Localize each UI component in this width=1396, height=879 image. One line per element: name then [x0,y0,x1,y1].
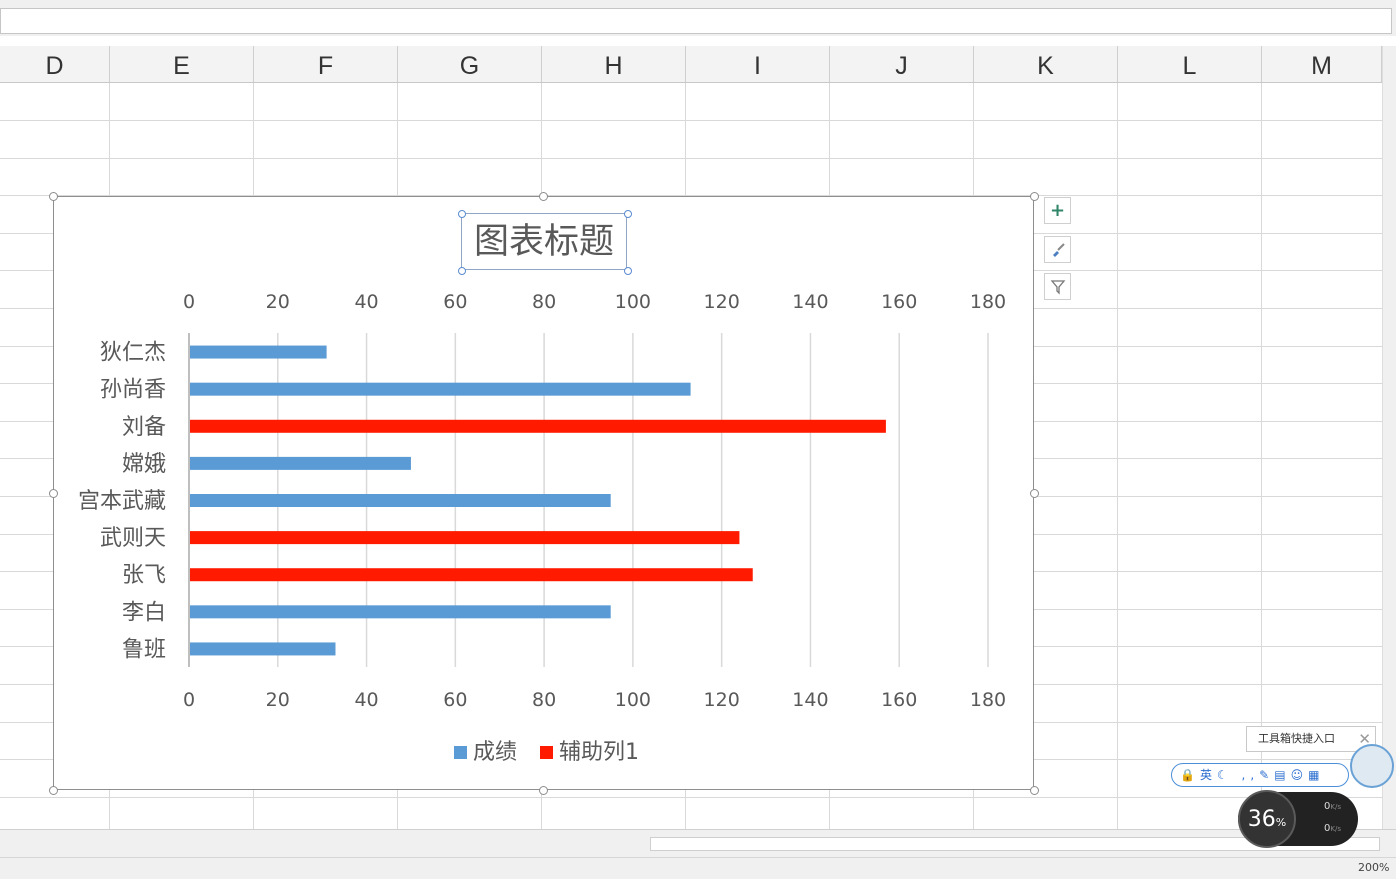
plus-icon: + [1049,200,1066,221]
x-tick-label-top: 160 [881,291,917,313]
x-tick-label-top: 60 [443,291,467,313]
bar [190,419,886,433]
bar [190,345,327,359]
x-tick-label-bottom: 60 [443,689,467,711]
cpu-unit: % [1275,816,1287,829]
x-tick-label-bottom: 180 [970,689,1006,711]
cpu-percent: 36 [1247,807,1276,832]
chart-resize-handle[interactable] [1030,192,1039,201]
x-tick-label-bottom: 100 [615,689,651,711]
x-tick-label-bottom: 80 [532,689,556,711]
chart-resize-handle[interactable] [49,786,58,795]
formula-input[interactable] [0,8,1392,34]
x-tick-label-bottom: 160 [881,689,917,711]
status-bar [0,857,1396,879]
x-tick-label-top: 140 [792,291,828,313]
brush-icon [1052,243,1065,257]
legend-label: 成绩 [473,740,517,765]
y-category-label: 武则天 [100,526,166,551]
upload-speed: 0K/s [1324,801,1341,812]
chart-styles-button[interactable] [1044,236,1071,263]
column-header-h[interactable]: H [542,46,686,82]
bar [190,382,691,396]
x-tick-label-top: 40 [354,291,378,313]
bar [190,494,611,507]
column-header-row: DEFGHIJKLM [0,46,1382,83]
grid-line [0,797,1382,798]
x-tick-label-bottom: 140 [792,689,828,711]
grid-line [0,120,1382,121]
y-category-label: 李白 [122,600,166,625]
chart-filters-button[interactable] [1044,273,1071,300]
column-header-m[interactable]: M [1262,46,1382,82]
toolbox-tip-label: 工具箱快捷入口 [1258,732,1335,745]
zoom-level[interactable]: 200% [1358,861,1389,874]
y-category-label: 狄仁杰 [100,341,166,366]
chart-resize-handle[interactable] [49,489,58,498]
bar-chart-plot: 0 0 20 20 40 40 60 60 80 80 100 100 120 120 140 140 160 1… [78,291,1006,765]
chart-resize-handle[interactable] [1030,489,1039,498]
x-tick-label-top: 180 [970,291,1006,313]
chart-resize-handle[interactable] [539,786,548,795]
chart-elements-button[interactable]: + [1044,197,1071,224]
x-tick-label-bottom: 120 [704,689,740,711]
x-tick-label-bottom: 40 [354,689,378,711]
x-tick-label-top: 0 [183,291,195,313]
y-category-label: 宫本武藏 [78,489,166,514]
bar [190,531,740,545]
y-category-label: 嫦娥 [122,452,166,477]
legend-label: 辅助列1 [559,740,639,765]
vertical-scrollbar[interactable] [1382,46,1396,830]
formula-bar [0,0,1396,36]
chart-resize-handle[interactable] [1030,786,1039,795]
download-speed: 0K/s [1324,823,1341,834]
column-header-e[interactable]: E [110,46,254,82]
column-header-d[interactable]: D [0,46,110,82]
column-header-g[interactable]: G [398,46,542,82]
column-header-i[interactable]: I [686,46,830,82]
legend-swatch [540,746,553,759]
column-header-l[interactable]: L [1118,46,1262,82]
x-tick-label-bottom: 0 [183,689,195,711]
bar [190,568,753,582]
toolbox-shortcut-tip[interactable]: 工具箱快捷入口 ✕ [1246,726,1376,752]
y-category-label: 张飞 [122,563,166,588]
column-header-k[interactable]: K [974,46,1118,82]
cpu-usage-gauge: 36% [1238,790,1296,848]
grid-line [0,158,1382,159]
x-tick-label-top: 120 [704,291,740,313]
ime-toolbar[interactable]: 🔒英☾ ,,✎▤☺▦ [1171,763,1349,787]
chart-resize-handle[interactable] [539,192,548,201]
chart-area[interactable]: 图表标题 0 0 20 20 40 40 60 60 80 80 100 100 120 120 140 14… [53,196,1034,790]
y-category-label: 刘备 [122,415,166,440]
x-tick-label-top: 100 [615,291,651,313]
chart-resize-handle[interactable] [49,192,58,201]
bar [190,605,611,619]
bar [190,456,411,470]
x-tick-label-top: 80 [532,291,556,313]
filter-icon [1050,280,1065,295]
x-tick-label-bottom: 20 [266,689,290,711]
column-header-f[interactable]: F [254,46,398,82]
y-category-label: 孙尚香 [100,378,166,403]
column-header-j[interactable]: J [830,46,974,82]
x-tick-label-top: 20 [266,291,290,313]
legend-swatch [454,746,467,759]
bar [190,642,336,656]
assistant-avatar-icon[interactable] [1350,744,1394,788]
y-category-label: 鲁班 [122,637,166,662]
ime-language-label[interactable]: 英 [1200,768,1217,782]
